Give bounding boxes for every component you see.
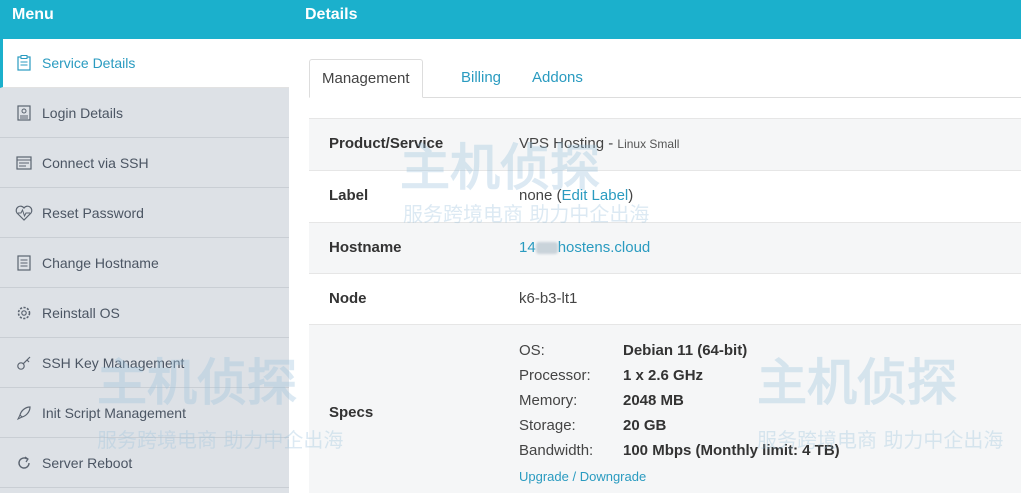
hostname-link[interactable]: 14 hostens.cloud bbox=[519, 239, 650, 256]
label-paren-close: ) bbox=[628, 187, 634, 204]
product-service-label: Product/Service bbox=[329, 135, 444, 152]
row-hostname: Hostname 14 hostens.cloud bbox=[309, 222, 1021, 273]
main-content: Management Billing Addons Product/Servic… bbox=[289, 39, 1021, 493]
rocket-icon bbox=[14, 403, 34, 423]
sidebar-item-reset-password[interactable]: Reset Password bbox=[0, 189, 289, 238]
product-separator: - bbox=[604, 135, 618, 152]
sidebar-item-connect-ssh[interactable]: Connect via SSH bbox=[0, 139, 289, 188]
sidebar-item-reinstall-os[interactable]: Reinstall OS bbox=[0, 289, 289, 338]
top-header: Menu Details bbox=[0, 0, 1021, 39]
upgrade-downgrade-link[interactable]: Upgrade / Downgrade bbox=[519, 469, 646, 484]
sidebar-item-label: Service Details bbox=[42, 55, 136, 71]
label-paren-open: ( bbox=[552, 187, 562, 204]
spec-key: Storage: bbox=[519, 417, 576, 434]
tab-addons[interactable]: Addons bbox=[520, 59, 595, 97]
sidebar-item-label: Server Reboot bbox=[42, 455, 133, 471]
row-specs: Specs OS: Debian 11 (64-bit) Processor: … bbox=[309, 324, 1021, 493]
label-value: none (Edit Label) bbox=[519, 187, 633, 204]
heartbeat-icon bbox=[14, 203, 34, 223]
tab-bar: Management Billing Addons bbox=[309, 59, 1021, 98]
sidebar-item-ssh-key-management[interactable]: SSH Key Management bbox=[0, 339, 289, 388]
spec-key: Bandwidth: bbox=[519, 442, 594, 459]
label-label: Label bbox=[329, 187, 369, 204]
sidebar-item-label: Init Script Management bbox=[42, 405, 186, 421]
refresh-icon bbox=[14, 453, 34, 473]
product-plan: Linux Small bbox=[617, 137, 680, 151]
hostname-suffix: hostens.cloud bbox=[557, 239, 651, 256]
specs-label: Specs bbox=[329, 404, 374, 421]
hostname-redacted bbox=[535, 242, 558, 255]
tab-billing[interactable]: Billing bbox=[449, 59, 513, 97]
sidebar-item-label: Connect via SSH bbox=[42, 155, 149, 171]
spec-key: OS: bbox=[519, 342, 545, 359]
id-card-icon bbox=[14, 103, 34, 123]
sidebar-item-login-details[interactable]: Login Details bbox=[0, 89, 289, 138]
edit-label-link[interactable]: Edit Label bbox=[562, 187, 629, 204]
sidebar-item-label: Reset Password bbox=[42, 205, 144, 221]
label-text: none bbox=[519, 187, 553, 204]
spec-value: Debian 11 (64-bit) bbox=[623, 342, 748, 359]
product-service-value: VPS Hosting - Linux Small bbox=[519, 135, 679, 152]
sidebar-item-label: Login Details bbox=[42, 105, 123, 121]
key-icon bbox=[14, 353, 34, 373]
spec-key: Processor: bbox=[519, 367, 591, 384]
sidebar-item-change-hostname[interactable]: Change Hostname bbox=[0, 239, 289, 288]
document-icon bbox=[14, 253, 34, 273]
node-value: k6-b3-lt1 bbox=[519, 290, 578, 307]
tab-management[interactable]: Management bbox=[309, 59, 423, 98]
row-node: Node k6-b3-lt1 bbox=[309, 273, 1021, 324]
hostname-prefix: 14 bbox=[519, 239, 536, 256]
sidebar-item-server-reboot[interactable]: Server Reboot bbox=[0, 439, 289, 488]
spec-value: 20 GB bbox=[623, 417, 667, 434]
hostname-label: Hostname bbox=[329, 239, 402, 256]
spec-value: 1 x 2.6 GHz bbox=[623, 367, 704, 384]
sidebar-item-service-details[interactable]: Service Details bbox=[0, 39, 289, 88]
clipboard-icon bbox=[14, 53, 34, 73]
product-name: VPS Hosting bbox=[519, 135, 605, 152]
sidebar-item-label: Change Hostname bbox=[42, 255, 159, 271]
spec-value: 2048 MB bbox=[623, 392, 684, 409]
spec-key: Memory: bbox=[519, 392, 578, 409]
sidebar: Service Details Login Details Connect vi… bbox=[0, 39, 289, 493]
terminal-icon bbox=[14, 153, 34, 173]
row-product-service: Product/Service VPS Hosting - Linux Smal… bbox=[309, 118, 1021, 170]
sidebar-item-init-script-management[interactable]: Init Script Management bbox=[0, 389, 289, 438]
sidebar-item-label: SSH Key Management bbox=[42, 355, 185, 371]
node-label: Node bbox=[329, 290, 367, 307]
row-label: Label none (Edit Label) bbox=[309, 170, 1021, 222]
sidebar-item-label: Reinstall OS bbox=[42, 305, 120, 321]
gear-icon bbox=[14, 303, 34, 323]
details-title: Details bbox=[305, 6, 358, 23]
menu-title: Menu bbox=[12, 6, 54, 23]
spec-value: 100 Mbps (Monthly limit: 4 TB) bbox=[623, 442, 840, 459]
